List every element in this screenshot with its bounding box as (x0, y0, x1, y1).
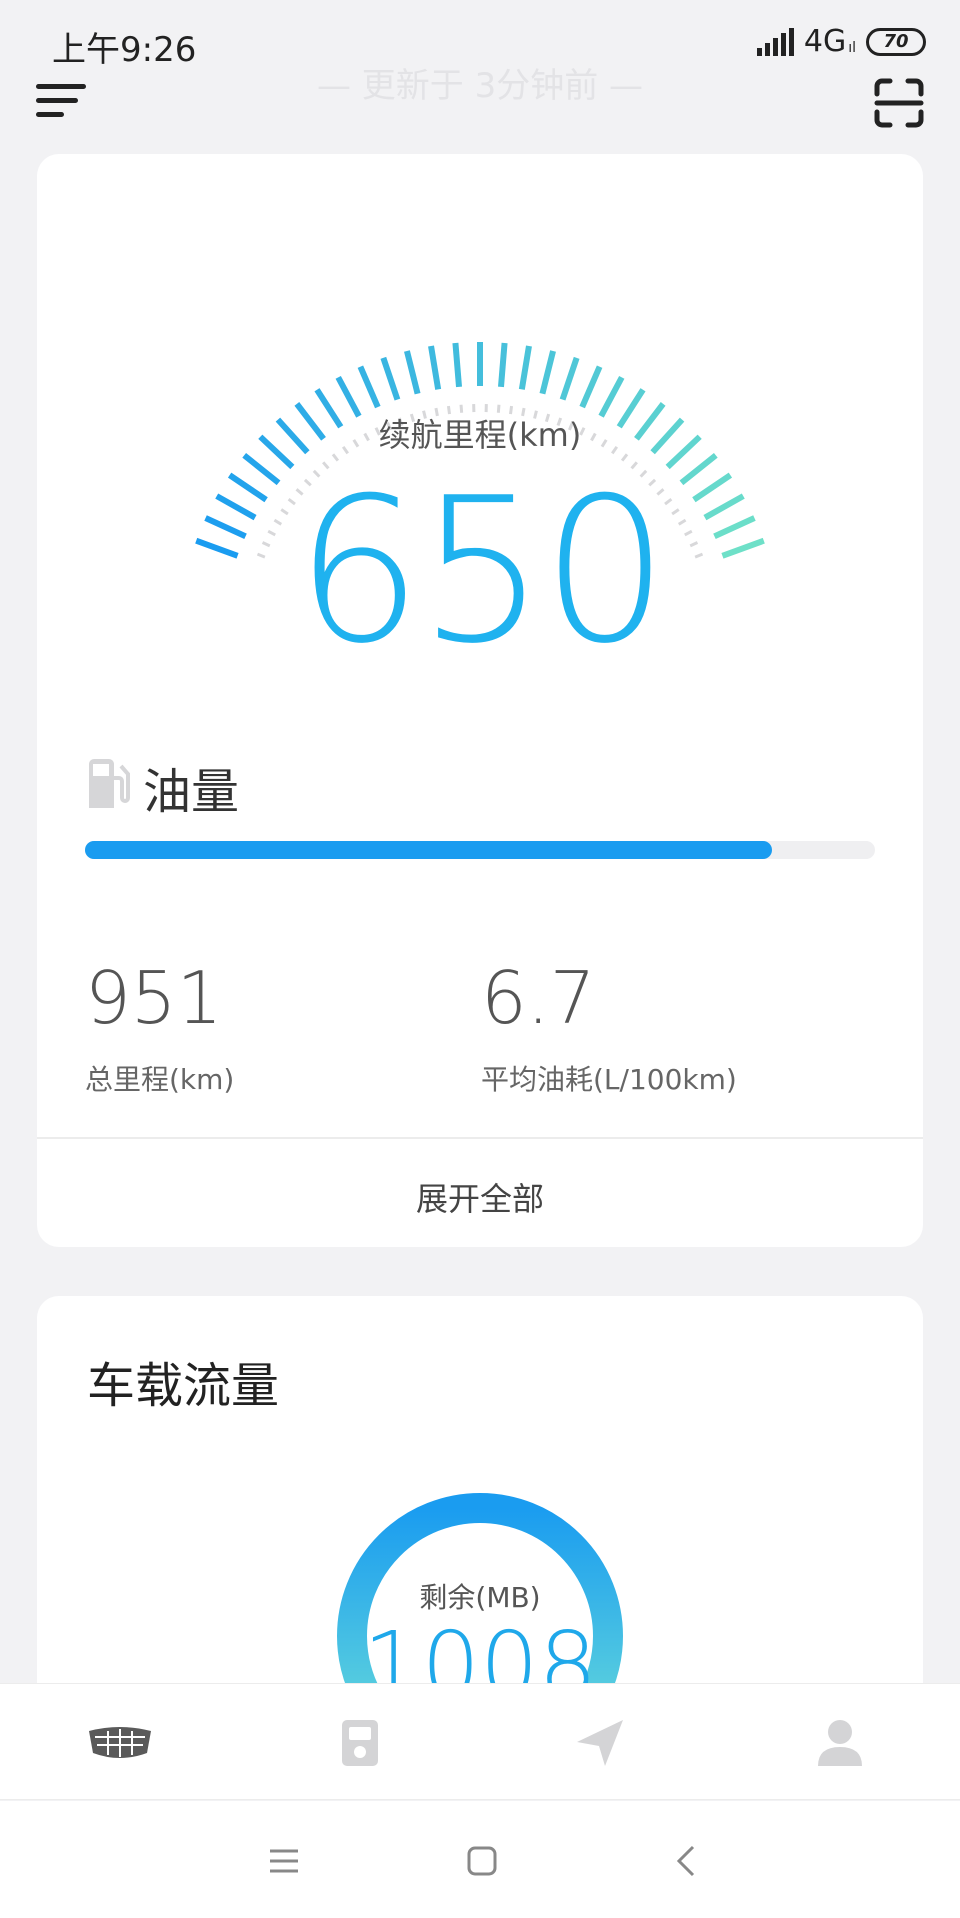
range-label: 续航里程(km) (378, 416, 582, 454)
expand-all-button[interactable]: 展开全部 (37, 1174, 923, 1220)
tab-remote[interactable] (240, 1684, 480, 1801)
vehicle-remote-icon (342, 1719, 378, 1766)
fuel-level-bar (85, 841, 875, 859)
bottom-tab-bar (0, 1683, 960, 1800)
gauge-tick (579, 365, 603, 409)
battery-icon: 70 (866, 27, 926, 56)
scan-icon[interactable] (874, 78, 924, 128)
signal-icon (756, 27, 794, 56)
odometer-stat: 951 总里程(km) (85, 962, 234, 1098)
fuel-title: 油量 (143, 764, 240, 820)
gauge-tick (452, 342, 462, 388)
consumption-label: 平均油耗(L/100km) (481, 1063, 737, 1096)
tab-profile[interactable] (720, 1684, 960, 1801)
home-nav-icon[interactable] (452, 1831, 512, 1891)
navigation-icon (577, 1719, 623, 1766)
gauge-tick (559, 356, 580, 401)
consumption-stat: 6.7 平均油耗(L/100km) (481, 962, 737, 1098)
gauge-tick (518, 345, 532, 390)
gauge-tick (357, 365, 381, 409)
odometer-label: 总里程(km) (85, 1063, 235, 1096)
fuel-pump-icon (85, 758, 131, 810)
divider (37, 1137, 923, 1139)
menu-nav-icon[interactable] (254, 1831, 314, 1891)
network-type: 4G (803, 24, 847, 59)
gauge-tick (498, 342, 508, 388)
gauge-tick (539, 350, 556, 395)
network-activity: ıl (848, 39, 856, 56)
consumption-value: 6.7 (481, 956, 596, 1040)
odometer-value: 951 (85, 956, 223, 1040)
tab-car[interactable] (0, 1684, 240, 1801)
gauge-tick (380, 356, 401, 401)
fuel-level-fill (85, 841, 773, 859)
gauge-tick (404, 350, 421, 395)
traffic-title: 车载流量 (87, 1358, 280, 1414)
menu-icon[interactable] (36, 82, 88, 122)
status-indicators: 4G ıl 70 (756, 24, 926, 59)
range-card: 续航里程(km) 650 油量 951 总里程(km) 6.7 平均油耗(L/1… (37, 154, 923, 1247)
update-time-text: — 更新于 3分钟前 — (316, 66, 644, 106)
back-nav-icon[interactable] (656, 1831, 716, 1891)
tab-navigation[interactable] (480, 1684, 720, 1801)
remain-label: 剩余(MB) (419, 1581, 541, 1614)
profile-icon (818, 1719, 862, 1766)
car-brand-icon (89, 1726, 151, 1758)
range-value: 650 (295, 455, 669, 688)
gauge-tick (428, 345, 442, 390)
system-nav-bar (0, 1801, 960, 1918)
